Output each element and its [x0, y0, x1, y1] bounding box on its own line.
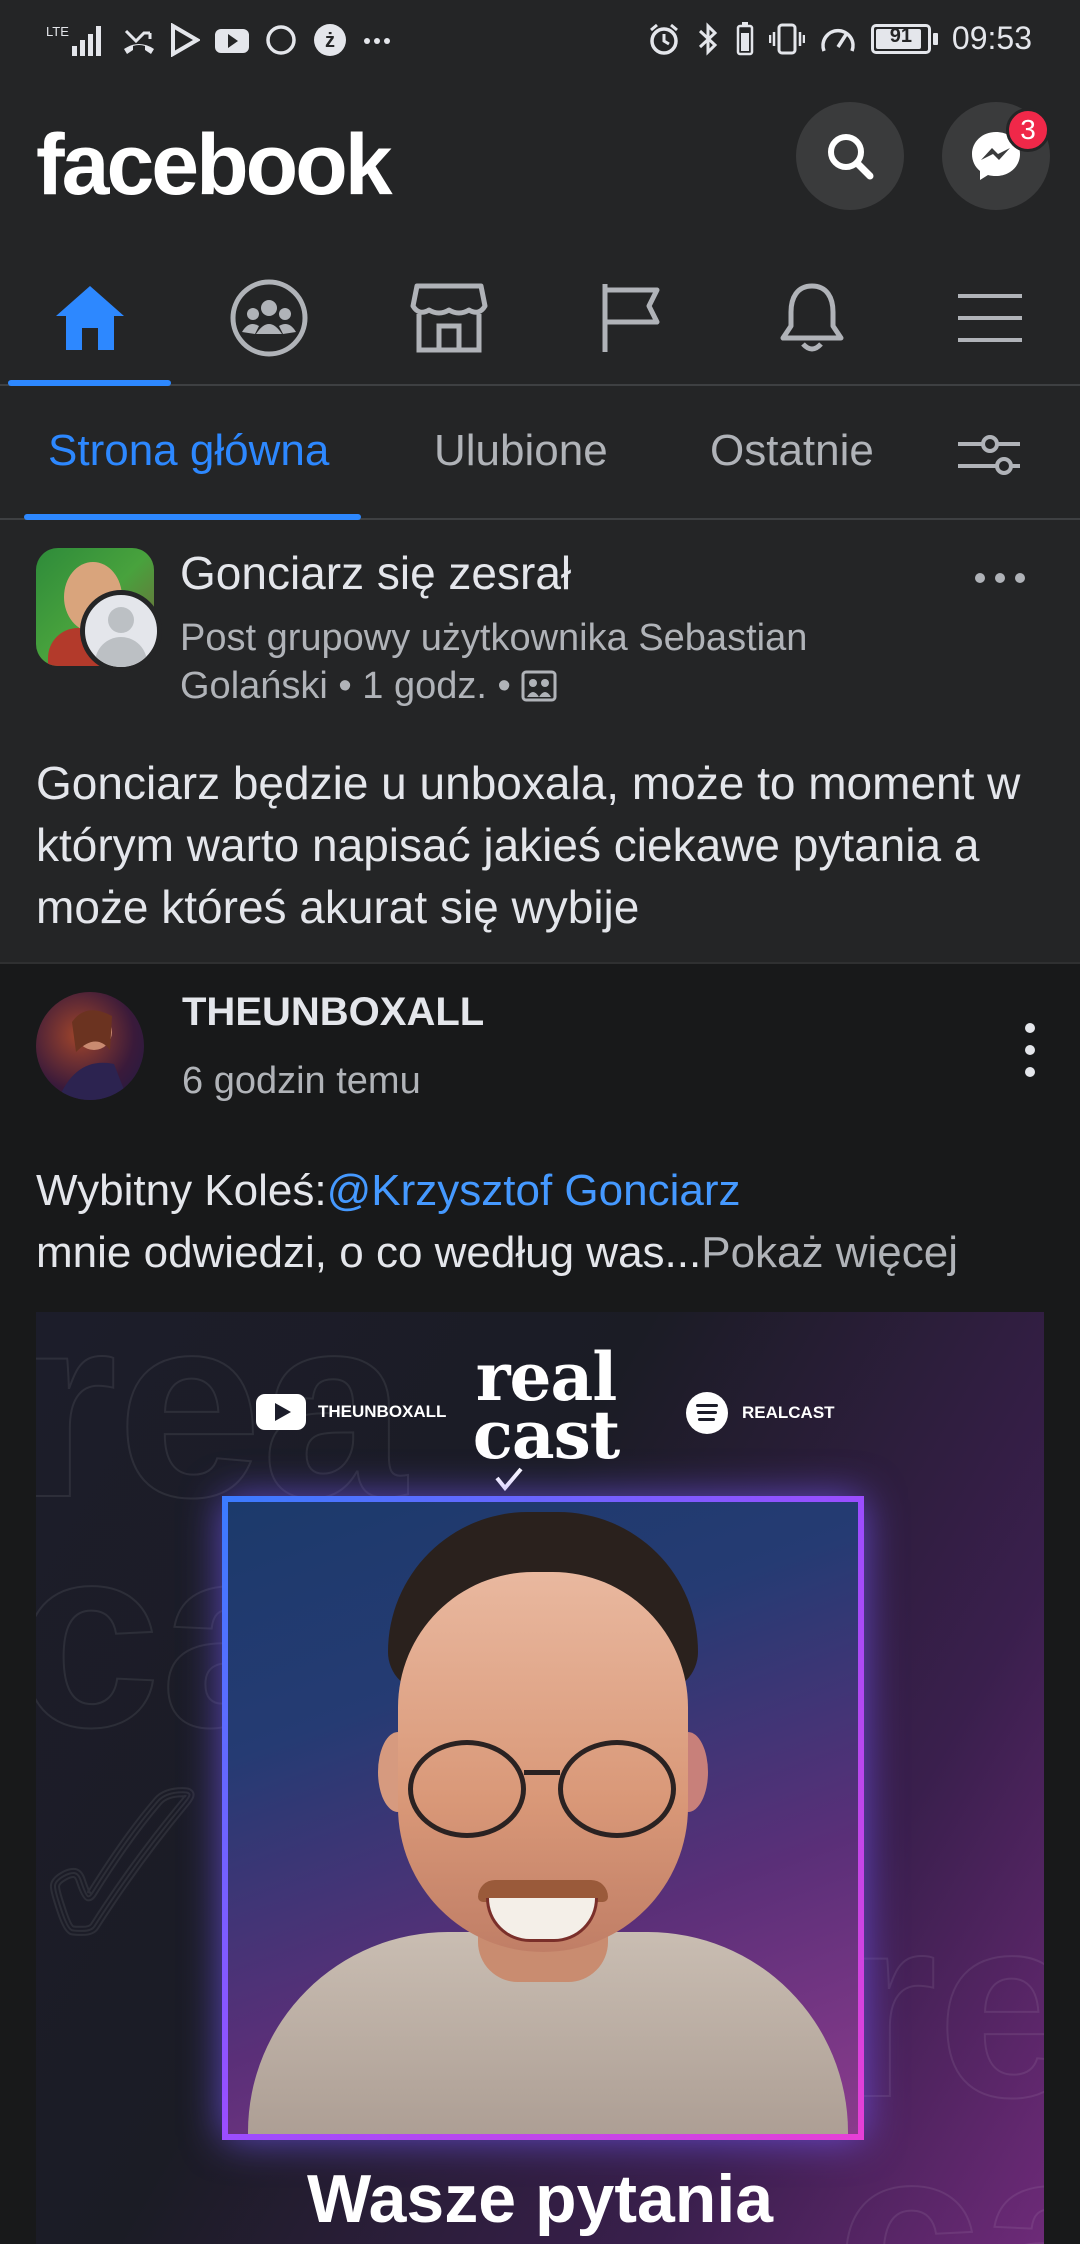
- shared-time: 6 godzin temu: [182, 1060, 421, 1102]
- post-options-icon[interactable]: [970, 566, 1030, 590]
- thumb-youtube-icon: [256, 1394, 306, 1430]
- tab-menu[interactable]: [925, 270, 1055, 366]
- post-text: Gonciarz będzie u unboxala, może to mome…: [36, 757, 1021, 933]
- tab-pages[interactable]: [566, 270, 696, 366]
- feed-tab-recent[interactable]: Ostatnie: [710, 426, 874, 476]
- video-options-icon[interactable]: [1020, 1022, 1040, 1078]
- flag-icon: [602, 284, 660, 352]
- post-meta: Post grupowy użytkownika Sebastian Golań…: [180, 614, 860, 710]
- home-icon: [56, 286, 124, 350]
- caption-ellipsis: ...: [664, 1228, 702, 1277]
- user-avatar[interactable]: [80, 590, 162, 672]
- search-icon: [828, 134, 874, 180]
- show-more-link[interactable]: Pokaż więcej: [701, 1228, 958, 1277]
- thumb-youtube-badge: THEUNBOXALL: [256, 1394, 446, 1430]
- clock: 09:53: [951, 20, 1032, 56]
- caption-rest: mnie odwiedzi, o co według was: [36, 1228, 665, 1277]
- feed-filter-icon[interactable]: [956, 428, 1022, 482]
- user-avatar-body: [95, 637, 147, 667]
- status-bar: LTE ż 91 09:53: [0, 0, 1080, 86]
- battery-tip: [932, 32, 938, 45]
- portrait-glasses-bridge: [524, 1770, 560, 1775]
- thumb-spotify-badge: REALCAST: [686, 1392, 835, 1434]
- thumb-portrait-frame: [222, 1496, 864, 2140]
- alarm-icon: [649, 23, 678, 55]
- tab-notifications[interactable]: [747, 270, 877, 366]
- post-meta-line2: Golański • 1 godz. •: [180, 662, 860, 710]
- bluetooth-icon: [698, 21, 718, 56]
- channel-name[interactable]: THEUNBOXALL: [182, 990, 484, 1035]
- hamburger-menu-icon: [958, 294, 1022, 342]
- messenger-badge: 3: [1006, 108, 1050, 152]
- thumb-spotify-icon: [686, 1392, 728, 1434]
- app-header: facebook 3: [0, 86, 1080, 246]
- network-label: LTE: [46, 24, 69, 39]
- channel-avatar-person: [58, 1010, 128, 1100]
- circle-icon: [266, 25, 296, 55]
- caption-prefix: Wybitny Koleś:: [36, 1166, 327, 1215]
- user-avatar-head: [108, 607, 134, 633]
- active-tab-indicator: [8, 380, 171, 386]
- thumb-spotify-label: REALCAST: [742, 1403, 835, 1422]
- post-meta-line1[interactable]: Post grupowy użytkownika Sebastian: [180, 614, 860, 662]
- play-store-icon: [171, 23, 200, 57]
- feed-filter-tabs: Strona główna Ulubione Ostatnie: [0, 388, 1080, 520]
- battery-body: 91: [870, 23, 931, 54]
- bell-icon: [780, 283, 844, 352]
- facebook-logo[interactable]: facebook: [36, 116, 393, 215]
- group-privacy-icon: [521, 670, 557, 702]
- tab-groups[interactable]: [204, 270, 334, 366]
- shared-video-card[interactable]: THEUNBOXALL 6 godzin temu Wybitny Koleś:…: [0, 962, 1080, 2244]
- portrait-glasses-left: [408, 1740, 526, 1838]
- video-caption: Wybitny Koleś:@Krzysztof Gonciarz mnie o…: [36, 1160, 1056, 1284]
- feed-tab-home[interactable]: Strona główna: [48, 426, 329, 476]
- group-name[interactable]: Gonciarz się zesrał: [180, 546, 571, 600]
- channel-avatar[interactable]: [36, 992, 144, 1100]
- video-thumbnail[interactable]: reaca✓ reca THEUNBOXALL real cast REALCA…: [36, 1312, 1044, 2244]
- more-notifications-icon: [364, 38, 390, 44]
- messenger-button[interactable]: 3: [942, 102, 1050, 210]
- status-left: LTE ż: [44, 22, 392, 58]
- youtube-icon: [215, 29, 249, 53]
- thumb-title: Wasze pytania: [306, 2161, 774, 2237]
- battery-small-icon: [736, 21, 754, 55]
- signal-icon: LTE: [46, 24, 101, 56]
- groups-icon: [230, 279, 308, 357]
- missed-call-icon: [124, 29, 154, 54]
- realcast-check-icon: [495, 1467, 523, 1492]
- realcast-logo-line2: cast: [472, 1396, 621, 1474]
- speed-icon: [821, 28, 855, 52]
- realcast-logo: real cast: [466, 1344, 626, 1474]
- vibrate-icon: [768, 23, 805, 54]
- marketplace-icon: [410, 283, 488, 353]
- thumb-youtube-label: THEUNBOXALL: [318, 1402, 447, 1421]
- mention-link[interactable]: @Krzysztof Gonciarz: [327, 1166, 741, 1215]
- feed-tab-indicator: [24, 514, 361, 520]
- battery-level: 91: [889, 24, 913, 47]
- feed-tab-favorites[interactable]: Ulubione: [434, 426, 608, 476]
- search-button[interactable]: [796, 102, 904, 210]
- portrait-glasses-right: [558, 1740, 676, 1838]
- tab-marketplace[interactable]: [384, 270, 514, 366]
- battery-icon: 91: [870, 23, 938, 54]
- svg-text:ż: ż: [325, 30, 335, 52]
- zabka-icon: ż: [314, 24, 346, 56]
- post-meta-line2-text: Golański • 1 godz. •: [180, 665, 511, 707]
- tab-home[interactable]: [25, 270, 155, 366]
- main-nav-tabs: [0, 250, 1080, 386]
- status-right: 91 09:53: [647, 20, 1032, 57]
